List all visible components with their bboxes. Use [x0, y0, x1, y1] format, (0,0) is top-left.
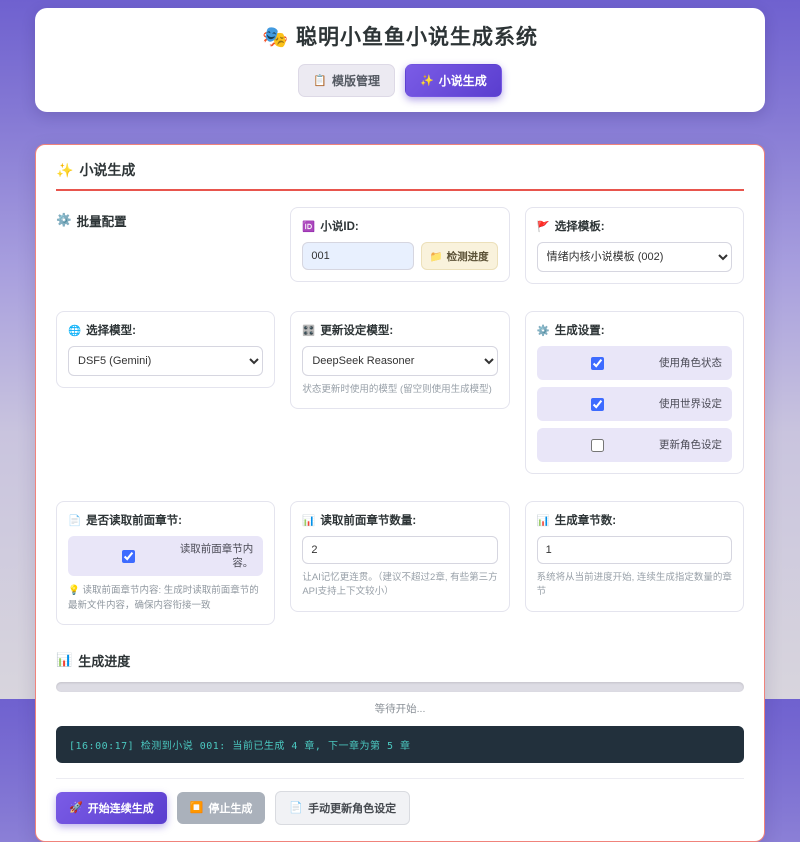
masks-icon: 🎭 — [262, 26, 289, 49]
generation-settings-label-text: 生成设置: — [555, 322, 605, 338]
folder-icon: 📁 — [430, 250, 443, 263]
globe-icon: 🌐 — [68, 324, 81, 337]
novel-id-label-text: 小说ID: — [320, 218, 358, 234]
template-select-label: 🚩 选择模板: — [537, 218, 732, 234]
document-icon: 📄 — [289, 801, 303, 814]
stop-icon: ⏹️ — [190, 801, 204, 814]
app-title: 🎭 聪明小鱼鱼小说生成系统 — [45, 21, 755, 51]
tab-template-management[interactable]: 📋 模版管理 — [298, 64, 395, 97]
action-buttons: 🚀 开始连续生成 ⏹️ 停止生成 📄 手动更新角色设定 — [56, 791, 744, 825]
sliders-icon: 🎛️ — [302, 324, 315, 337]
previous-count-label-text: 读取前面章节数量: — [320, 512, 416, 528]
read-previous-hint: 💡 读取前面章节内容: 生成时读取前面章节的最新文件内容，确保内容衔接一致 — [68, 584, 263, 613]
template-select[interactable]: 情绪内核小说模板 (002) — [537, 242, 732, 272]
update-role-setting-label: 更新角色设定 — [648, 438, 722, 452]
previous-count-panel: 📊 读取前面章节数量: 让AI记忆更连贯。（建议不超过2章, 有些第三方API支… — [290, 501, 509, 612]
section-title-text: 小说生成 — [79, 160, 135, 180]
check-progress-button[interactable]: 📁 检测进度 — [421, 242, 498, 270]
read-previous-checkbox[interactable] — [122, 550, 135, 563]
update-model-label: 🎛️ 更新设定模型: — [302, 322, 497, 338]
previous-count-input[interactable] — [302, 536, 497, 564]
clipboard-icon: 📋 — [313, 74, 327, 87]
update-role-setting-checkbox[interactable] — [591, 439, 604, 452]
generation-settings-label: ⚙️ 生成设置: — [537, 322, 732, 338]
template-select-panel: 🚩 选择模板: 情绪内核小说模板 (002) — [525, 207, 744, 284]
novel-id-panel: 🆔 小说ID: 📁 检测进度 — [290, 207, 509, 282]
start-generation-button[interactable]: 🚀 开始连续生成 — [56, 792, 167, 824]
use-world-setting-label: 使用世界设定 — [648, 397, 722, 411]
bar-chart-icon: 📊 — [537, 514, 550, 527]
config-grid: ⚙️ 批量配置 🆔 小说ID: 📁 检测进度 🚩 选择模板: 情绪 — [56, 207, 744, 625]
use-world-setting-checkbox[interactable] — [591, 398, 604, 411]
read-previous-label: 📄 是否读取前面章节: — [68, 512, 263, 528]
novel-id-label: 🆔 小说ID: — [302, 218, 497, 234]
update-model-select[interactable]: DeepSeek Reasoner — [302, 346, 497, 376]
previous-count-hint: 让AI记忆更连贯。（建议不超过2章, 有些第三方API支持上下文较小） — [302, 571, 497, 600]
update-model-hint: 状态更新时使用的模型 (留空则使用生成模型) — [302, 383, 497, 397]
use-world-setting-row: 使用世界设定 — [537, 387, 732, 421]
use-role-state-label: 使用角色状态 — [648, 356, 722, 370]
gear-icon: ⚙️ — [537, 324, 550, 337]
read-previous-checkbox-label: 读取前面章节内容。 — [179, 542, 253, 570]
model-select-panel: 🌐 选择模型: DSF5 (Gemini) — [56, 311, 275, 388]
tab-novel-generation-label: 小说生成 — [439, 72, 487, 89]
tab-novel-generation[interactable]: ✨ 小说生成 — [405, 64, 502, 97]
main-tabs: 📋 模版管理 ✨ 小说生成 — [45, 64, 755, 97]
chapter-count-panel: 📊 生成章节数: 系统将从当前进度开始, 连续生成指定数量的章节 — [525, 501, 744, 612]
rocket-icon: 🚀 — [69, 801, 83, 814]
app-title-text: 聪明小鱼鱼小说生成系统 — [296, 26, 538, 49]
progress-status-text: 等待开始... — [56, 701, 744, 716]
update-role-setting-row: 更新角色设定 — [537, 428, 732, 462]
template-select-label-text: 选择模板: — [555, 218, 605, 234]
stop-generation-button[interactable]: ⏹️ 停止生成 — [177, 792, 266, 824]
bar-chart-icon: 📊 — [56, 652, 72, 668]
check-progress-button-label: 检测进度 — [447, 249, 489, 264]
chapter-count-label-text: 生成章节数: — [555, 512, 616, 528]
batch-config-label: ⚙️ 批量配置 — [56, 207, 275, 230]
model-select-label-text: 选择模型: — [86, 322, 136, 338]
previous-count-label: 📊 读取前面章节数量: — [302, 512, 497, 528]
sparkles-icon: ✨ — [56, 162, 73, 179]
read-previous-label-text: 是否读取前面章节: — [86, 512, 182, 528]
novel-generation-panel: ✨ 小说生成 ⚙️ 批量配置 🆔 小说ID: 📁 检测进度 🚩 — [35, 144, 765, 842]
update-model-label-text: 更新设定模型: — [320, 322, 393, 338]
start-generation-button-label: 开始连续生成 — [88, 800, 154, 816]
flag-icon: 🚩 — [537, 220, 550, 233]
id-icon: 🆔 — [302, 220, 315, 233]
novel-id-input[interactable] — [302, 242, 413, 270]
app-header: 🎭 聪明小鱼鱼小说生成系统 📋 模版管理 ✨ 小说生成 — [35, 8, 765, 112]
update-model-panel: 🎛️ 更新设定模型: DeepSeek Reasoner 状态更新时使用的模型 … — [290, 311, 509, 409]
progress-section-title: 📊 生成进度 — [56, 651, 744, 670]
tab-template-management-label: 模版管理 — [332, 72, 380, 89]
bulb-icon: 💡 — [68, 585, 80, 596]
document-icon: 📄 — [68, 514, 81, 527]
gear-icon: ⚙️ — [56, 213, 72, 228]
model-select-label: 🌐 选择模型: — [68, 322, 263, 338]
progress-bar — [56, 682, 744, 692]
section-title: ✨ 小说生成 — [56, 160, 744, 191]
progress-section-title-text: 生成进度 — [78, 651, 130, 670]
manual-update-role-button[interactable]: 📄 手动更新角色设定 — [275, 791, 410, 825]
generation-settings-panel: ⚙️ 生成设置: 使用角色状态 使用世界设定 更新角色设定 — [525, 311, 744, 474]
manual-update-role-button-label: 手动更新角色设定 — [308, 800, 396, 816]
sparkles-icon: ✨ — [420, 74, 434, 87]
chapter-count-label: 📊 生成章节数: — [537, 512, 732, 528]
stop-generation-button-label: 停止生成 — [208, 800, 252, 816]
model-select[interactable]: DSF5 (Gemini) — [68, 346, 263, 376]
read-previous-hint-text: 读取前面章节内容: 生成时读取前面章节的最新文件内容，确保内容衔接一致 — [68, 585, 259, 610]
bar-chart-icon: 📊 — [302, 514, 315, 527]
log-console: [16:00:17] 检测到小说 001: 当前已生成 4 章, 下一章为第 5… — [56, 726, 744, 763]
use-role-state-checkbox[interactable] — [591, 357, 604, 370]
read-previous-panel: 📄 是否读取前面章节: 读取前面章节内容。 💡 读取前面章节内容: 生成时读取前… — [56, 501, 275, 625]
read-previous-row: 读取前面章节内容。 — [68, 536, 263, 576]
actions-divider — [56, 778, 744, 779]
chapter-count-input[interactable] — [537, 536, 732, 564]
chapter-count-hint: 系统将从当前进度开始, 连续生成指定数量的章节 — [537, 571, 732, 600]
batch-config-label-text: 批量配置 — [77, 211, 127, 230]
log-line: [16:00:17] 检测到小说 001: 当前已生成 4 章, 下一章为第 5… — [69, 737, 731, 752]
use-role-state-row: 使用角色状态 — [537, 346, 732, 380]
